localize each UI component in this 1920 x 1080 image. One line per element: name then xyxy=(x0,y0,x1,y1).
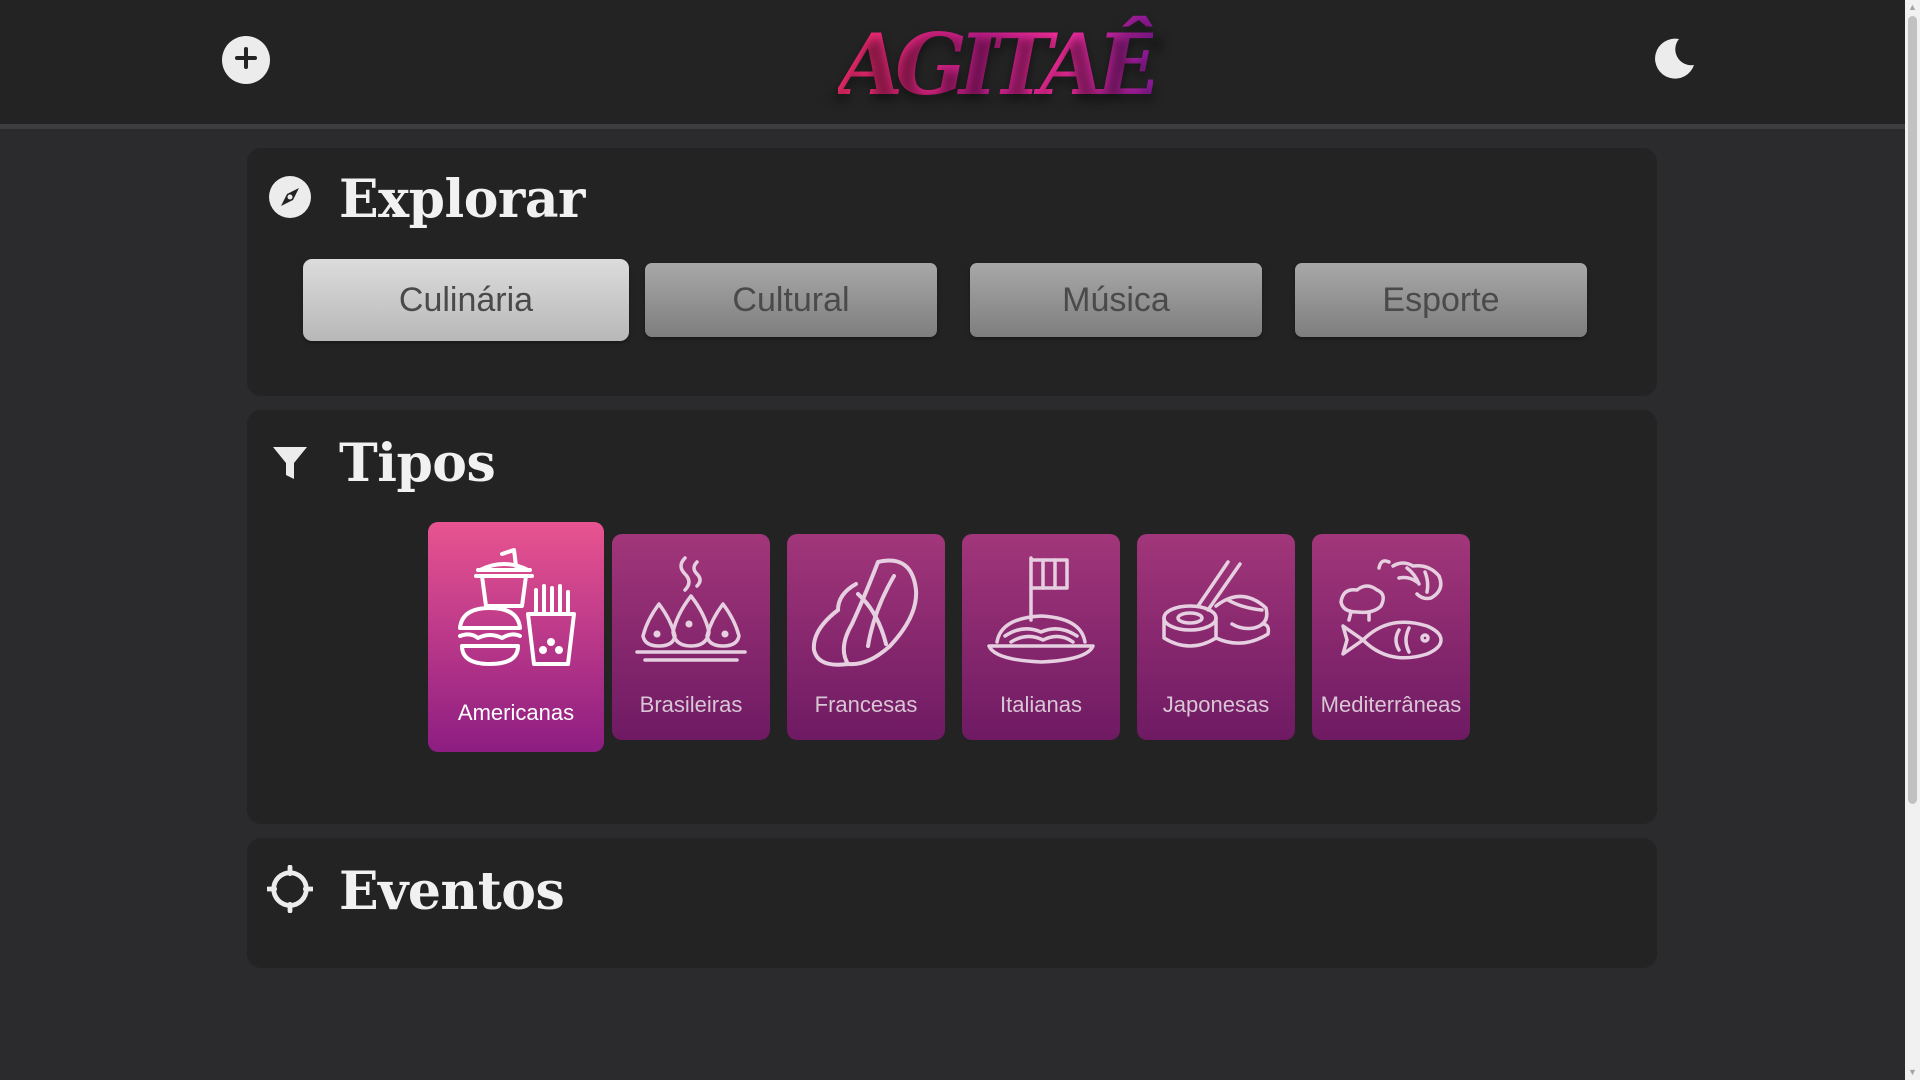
coxinha-plate-icon xyxy=(633,534,749,675)
sushi-chopsticks-icon xyxy=(1158,534,1274,675)
scroll-thumb[interactable] xyxy=(1908,16,1917,804)
compass-icon xyxy=(267,174,313,220)
moon-icon xyxy=(1652,35,1698,86)
top-bar: AGITAÊ xyxy=(0,0,1905,129)
seafood-icon xyxy=(1333,534,1449,675)
type-mediterraneas[interactable]: Mediterrâneas xyxy=(1312,534,1470,740)
type-label: Japonesas xyxy=(1162,692,1270,717)
type-francesas[interactable]: Francesas xyxy=(787,534,945,740)
category-culinaria[interactable]: Culinária xyxy=(303,259,629,341)
type-label: Francesas xyxy=(814,692,918,717)
eventos-section: Eventos xyxy=(247,838,1657,968)
type-americanas[interactable]: Americanas xyxy=(428,522,604,752)
croissant-icon xyxy=(808,534,924,675)
type-italianas[interactable]: Italianas xyxy=(962,534,1120,740)
section-title-eventos: Eventos xyxy=(339,861,565,922)
type-label: Mediterrâneas xyxy=(1320,692,1462,717)
filter-icon xyxy=(267,440,313,486)
type-label: Brasileiras xyxy=(639,692,743,717)
page-scrollbar[interactable]: ▲ ▼ xyxy=(1905,0,1920,1080)
tipos-section: Tipos Americanas Brasileiras Francesas I… xyxy=(247,410,1657,824)
section-title-tipos: Tipos xyxy=(339,433,496,494)
type-brasileiras[interactable]: Brasileiras xyxy=(612,534,770,740)
explorar-section: Explorar Culinária Cultural Música Espor… xyxy=(247,148,1657,396)
scroll-up-arrow-icon[interactable]: ▲ xyxy=(1905,0,1920,15)
add-button[interactable] xyxy=(222,36,270,84)
app-logo[interactable]: AGITAÊ xyxy=(838,10,1161,114)
type-label: Americanas xyxy=(457,700,575,725)
section-title-explorar: Explorar xyxy=(339,169,585,230)
burger-fries-soda-icon xyxy=(450,522,582,679)
pasta-flag-icon xyxy=(983,534,1099,675)
category-musica[interactable]: Música xyxy=(970,263,1262,337)
type-label: Italianas xyxy=(1000,692,1082,717)
category-cultural[interactable]: Cultural xyxy=(645,263,937,337)
scroll-down-arrow-icon[interactable]: ▼ xyxy=(1905,1065,1920,1080)
theme-toggle-button[interactable] xyxy=(1651,36,1699,84)
category-esporte[interactable]: Esporte xyxy=(1295,263,1587,337)
plus-icon xyxy=(232,44,260,77)
type-japonesas[interactable]: Japonesas xyxy=(1137,534,1295,740)
crosshair-icon xyxy=(267,865,313,913)
